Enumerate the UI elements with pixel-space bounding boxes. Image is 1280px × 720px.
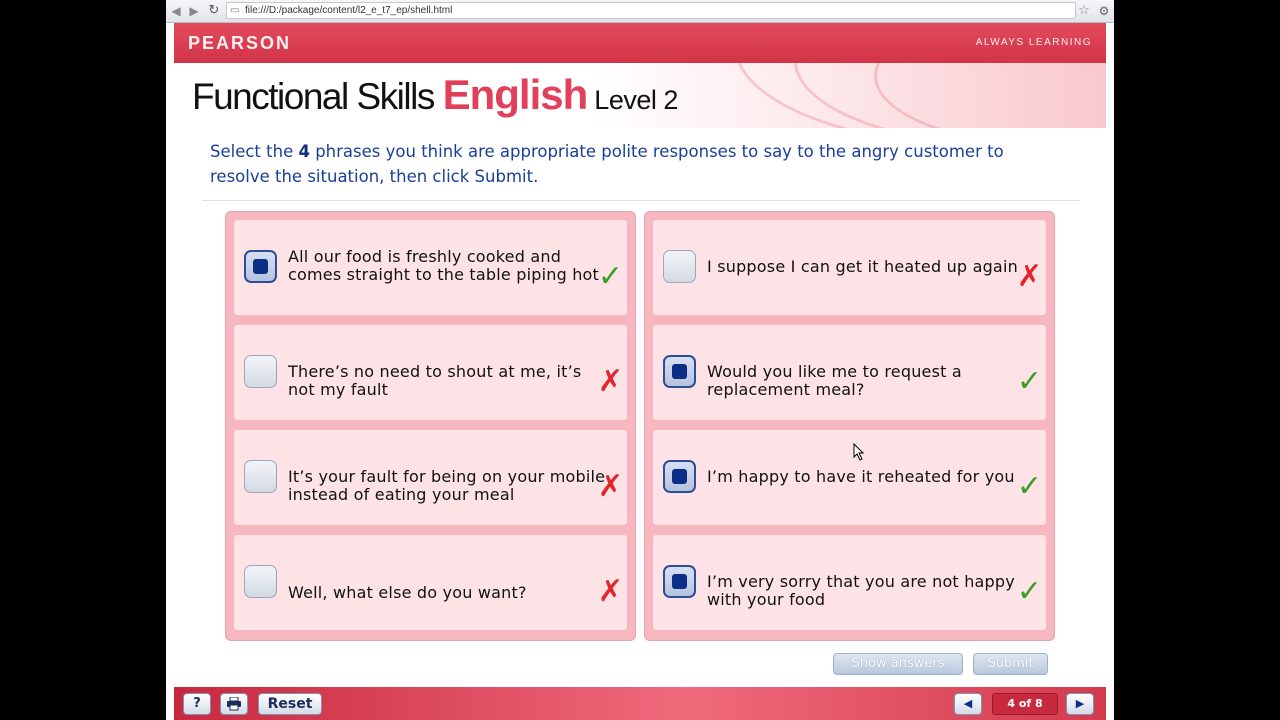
correct-tick-icon: ✓ [597,259,623,294]
option-text: I’m happy to have it reheated for you [707,467,1015,486]
option-text: There’s no need to shout at me, it’s not… [288,362,582,399]
option-checkbox[interactable] [244,460,277,493]
option-text: I’m very sorry that you are not happy wi… [707,572,1015,609]
course-app: PEARSON ALWAYS LEARNING Functional Skill… [174,23,1106,720]
print-button[interactable] [220,693,248,715]
back-arrow-icon[interactable]: ◀ [168,2,184,20]
option-text: Well, what else do you want? [288,583,527,602]
checkbox-checked-indicator [253,259,268,274]
incorrect-cross-icon: ✗ [597,574,623,609]
page-title: Functional Skills English Level 2 [192,71,678,119]
correct-tick-icon: ✓ [1016,574,1042,609]
incorrect-cross-icon: ✗ [1016,259,1042,294]
option-item[interactable]: There’s no need to shout at me, it’s not… [234,325,627,420]
question-instructions: Select the 4 phrases you think are appro… [210,139,1010,189]
title-banner: Functional Skills English Level 2 [174,63,1106,128]
previous-page-button[interactable]: ◀ [954,693,982,715]
page-counter: 4 of 8 [992,693,1058,715]
checkbox-checked-indicator [672,364,687,379]
incorrect-cross-icon: ✗ [597,364,623,399]
option-item[interactable]: All our food is freshly cooked and comes… [234,220,627,315]
printer-icon [227,696,241,711]
brand-tagline: ALWAYS LEARNING [975,37,1092,48]
next-page-button[interactable]: ▶ [1066,693,1094,715]
option-checkbox[interactable] [663,250,696,283]
option-text: It’s your fault for being on your mobile… [288,467,606,504]
browser-window: ◀ ▶ ↻ ▭ file:///D:/package/content/l2_e_… [166,0,1114,720]
page-icon: ▭ [230,5,240,16]
options-column-right: I suppose I can get it heated up again ✗… [644,211,1055,641]
brand-bar: PEARSON ALWAYS LEARNING [174,23,1106,63]
option-item[interactable]: Well, what else do you want? ✗ [234,535,627,630]
title-level: Level 2 [587,85,678,115]
forward-arrow-icon[interactable]: ▶ [186,2,202,20]
correct-tick-icon: ✓ [1016,469,1042,504]
help-button[interactable]: ? [183,693,211,715]
option-checkbox[interactable] [663,355,696,388]
option-text: All our food is freshly cooked and comes… [288,247,600,284]
url-text: file:///D:/package/content/l2_e_t7_ep/sh… [245,5,453,16]
instructions-text-start: Select the [210,142,299,161]
incorrect-cross-icon: ✗ [597,469,623,504]
pearson-logo: PEARSON [188,33,292,53]
footer-bar: ? Reset ◀ 4 of 8 ▶ [174,687,1106,720]
option-item[interactable]: I’m happy to have it reheated for you ✓ [653,430,1046,525]
help-icon: ? [193,696,201,711]
mouse-cursor-icon [853,443,865,461]
star-icon[interactable]: ☆ [1076,2,1092,20]
wrench-icon[interactable]: ⚙ [1096,2,1112,20]
next-arrow-icon: ▶ [1075,697,1085,710]
option-checkbox[interactable] [244,355,277,388]
option-text: Would you like me to request a replaceme… [707,362,962,399]
option-checkbox[interactable] [244,565,277,598]
instructions-count: 4 [298,142,310,161]
browser-toolbar: ◀ ▶ ↻ ▭ file:///D:/package/content/l2_e_… [166,0,1114,23]
correct-tick-icon: ✓ [1016,364,1042,399]
address-bar[interactable]: ▭ file:///D:/package/content/l2_e_t7_ep/… [226,2,1076,19]
reset-button[interactable]: Reset [258,693,322,715]
submit-button[interactable]: Submit [973,653,1048,675]
prev-arrow-icon: ◀ [963,697,973,710]
show-answers-button[interactable]: Show answers [833,653,963,675]
reload-icon[interactable]: ↻ [206,2,222,20]
title-english: English [442,71,589,118]
option-item[interactable]: I suppose I can get it heated up again ✗ [653,220,1046,315]
option-checkbox[interactable] [663,460,696,493]
title-functional-skills: Functional Skills [192,76,443,117]
option-text: I suppose I can get it heated up again [707,257,1018,276]
option-item[interactable]: I’m very sorry that you are not happy wi… [653,535,1046,630]
option-checkbox[interactable] [663,565,696,598]
option-item[interactable]: Would you like me to request a replaceme… [653,325,1046,420]
option-item[interactable]: It’s your fault for being on your mobile… [234,430,627,525]
divider [202,200,1080,201]
checkbox-checked-indicator [672,469,687,484]
decorative-swoosh [874,63,1106,128]
options-column-left: All our food is freshly cooked and comes… [225,211,636,641]
option-checkbox[interactable] [244,250,277,283]
checkbox-checked-indicator [672,574,687,589]
instructions-text-end: phrases you think are appropriate polite… [210,142,1004,186]
